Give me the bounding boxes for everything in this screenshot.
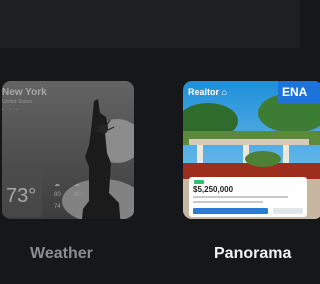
contact-agent-button <box>193 208 268 214</box>
weather-card-label[interactable]: Weather <box>30 245 93 263</box>
new-badge: ENA <box>278 81 320 103</box>
top-toolbar <box>0 0 300 48</box>
panorama-card-label[interactable]: Panorama <box>214 245 291 263</box>
listing-price: $5,250,000 <box>193 185 234 194</box>
card-dim-overlay <box>2 81 134 219</box>
secondary-button <box>273 208 303 214</box>
realtor-brand: Realtor ⌂ <box>188 87 227 97</box>
home-icon: ⌂ <box>221 87 227 97</box>
weather-card[interactable]: New York United States • • • 73° ☁ ☁ 80 … <box>2 81 134 219</box>
listing-address <box>193 196 288 198</box>
listing-info-panel: $5,250,000 <box>189 177 307 217</box>
listing-details <box>193 201 263 203</box>
panorama-card[interactable]: Realtor ⌂ ENA $5,250,000 <box>183 81 320 219</box>
listing-tag <box>194 180 204 184</box>
